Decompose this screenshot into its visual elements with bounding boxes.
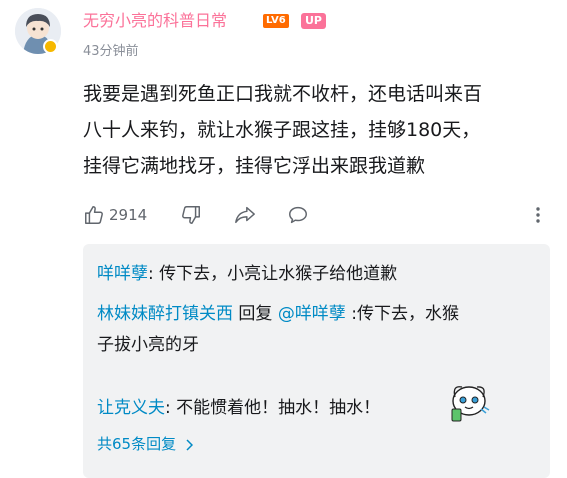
username[interactable]: 无穷小亮的科普日常 (83, 10, 227, 32)
verified-badge-icon (43, 39, 58, 54)
chevron-right-icon (185, 438, 193, 451)
reply-item[interactable]: 林妹妹醉打镇关西 回复 @咩咩孽 :传下去，水猴 子拔小亮的牙 (97, 299, 537, 361)
reply-count: 共65条回复 (97, 435, 177, 453)
reply-word: 回复 (233, 304, 278, 324)
comment-time: 43分钟前 (83, 44, 139, 59)
thumbs-down-icon (180, 204, 202, 226)
reply-item[interactable]: 咩咩孽: 传下去，小亮让水猴子给他道歉 (97, 259, 537, 290)
reply-preview-box[interactable]: 咩咩孽: 传下去，小亮让水猴子给他道歉 林妹妹醉打镇关西 回复 @咩咩孽 :传下… (83, 244, 550, 478)
comment-content: 我要是遇到死鱼正口我就不收杆，还电话叫来百 八十人来钓，就让水猴子跟这挂，挂够1… (83, 76, 553, 184)
comment-button[interactable] (286, 202, 310, 228)
comment-actions: 2914 (83, 202, 553, 228)
like-button[interactable]: 2914 (83, 202, 147, 228)
reply-username[interactable]: 咩咩孽 (97, 264, 148, 284)
like-count: 2914 (109, 206, 148, 224)
reply-username[interactable]: 让克义夫 (97, 398, 165, 418)
reply-text: : 传下去，小亮让水猴子给他道歉 (148, 264, 398, 284)
reply-mention[interactable]: @咩咩孽 (278, 304, 346, 324)
more-vertical-icon (531, 204, 545, 226)
more-options-button[interactable] (531, 202, 545, 228)
sticker-icon (446, 379, 492, 425)
reply-text: 子拔小亮的牙 (97, 335, 199, 355)
view-all-replies-link[interactable]: 共65条回复 (97, 433, 193, 454)
dislike-button[interactable] (180, 202, 202, 228)
reply-text: : 不能惯着他！抽水！抽水！ (165, 398, 381, 418)
reply-text: :传下去，水猴 (345, 304, 459, 324)
up-badge: UP (301, 13, 326, 29)
level-badge: LV6 (263, 14, 289, 28)
share-icon (233, 204, 257, 226)
comment-icon (286, 204, 310, 226)
reply-username[interactable]: 林妹妹醉打镇关西 (97, 304, 233, 324)
thumbs-up-icon (83, 204, 105, 226)
content-line: 挂得它满地找牙，挂得它浮出来跟我道歉 (83, 155, 426, 177)
content-line: 我要是遇到死鱼正口我就不收杆，还电话叫来百 (83, 83, 483, 105)
share-button[interactable] (233, 202, 257, 228)
content-line: 八十人来钓，就让水猴子跟这挂，挂够180天， (83, 119, 481, 141)
